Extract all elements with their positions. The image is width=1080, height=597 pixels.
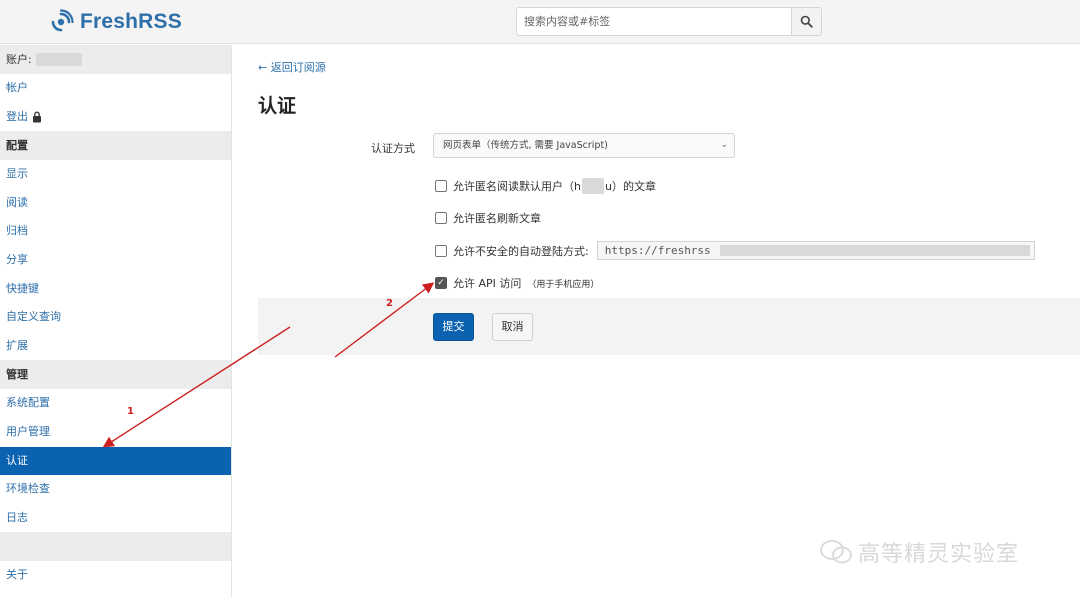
unsafe-autologin-checkbox[interactable] (435, 244, 447, 257)
page-title: 认证 (258, 95, 297, 117)
sidebar-item-reading[interactable]: 阅读 (0, 189, 231, 218)
watermark-text: 高等精灵实验室 (858, 542, 1020, 567)
app-name: FreshRSS (80, 10, 182, 33)
sidebar-item-check-install[interactable]: 环境检查 (0, 475, 231, 504)
sidebar-separator (0, 532, 231, 562)
top-header: FreshRSS (0, 0, 1080, 44)
wechat-icon (820, 540, 852, 564)
sidebar-item-about[interactable]: 关于 (0, 561, 231, 590)
watermark: 高等精灵实验室 (818, 536, 1019, 568)
search-input[interactable] (517, 8, 791, 35)
back-to-feeds-link[interactable]: ← 返回订阅源 (258, 59, 326, 75)
anonymous-refresh-checkbox[interactable] (435, 212, 447, 224)
autologin-url-value: https://freshrss (604, 244, 711, 257)
account-label: 账户: (6, 53, 32, 66)
sidebar-item-system[interactable]: 系统配置 (0, 389, 231, 418)
option-api-access[interactable]: ✓ 允许 API 访问 （用于手机应用） (435, 275, 599, 291)
auth-method-select[interactable]: 网页表单（传统方式, 需要 JavaScript) ⌄ (433, 133, 735, 158)
sidebar-item-label: 系统配置 (6, 396, 50, 410)
form-actions: 提交 取消 (258, 298, 1080, 355)
sidebar-item-logs[interactable]: 日志 (0, 504, 231, 533)
sidebar-item-label: 环境检查 (6, 482, 50, 496)
anonymous-read-checkbox[interactable] (435, 180, 447, 192)
submit-button[interactable]: 提交 (433, 313, 474, 341)
sidebar-item-queries[interactable]: 自定义查询 (0, 303, 231, 332)
default-username-redacted (581, 178, 604, 194)
lock-icon (33, 111, 41, 123)
search-icon (800, 15, 813, 28)
sidebar-item-label: 日志 (6, 510, 28, 524)
url-redacted (719, 245, 1030, 256)
sidebar-item-archiving[interactable]: 归档 (0, 217, 231, 246)
sidebar-item-label: 自定义查询 (6, 310, 61, 324)
sidebar-item-label: 分享 (6, 252, 28, 266)
sidebar-item-authentication[interactable]: 认证 (0, 446, 231, 476)
option-unsafe-autologin[interactable]: 允许不安全的自动登陆方式: https://freshrss (435, 241, 1035, 260)
sidebar-item-users[interactable]: 用户管理 (0, 418, 231, 447)
search-box (516, 7, 822, 36)
sidebar-item-extensions[interactable]: 扩展 (0, 332, 231, 361)
api-access-checkbox[interactable]: ✓ (435, 277, 447, 289)
cancel-button[interactable]: 取消 (492, 313, 533, 341)
option-anonymous-read[interactable]: 允许匿名阅读默认用户（h u）的文章 (435, 178, 656, 194)
sidebar-item-label: 认证 (6, 453, 28, 467)
sidebar-item-display[interactable]: 显示 (0, 160, 231, 189)
option-label: 允许 API 访问 (453, 277, 522, 290)
sidebar-heading-admin: 管理 (0, 360, 231, 390)
option-note: （用于手机应用） (527, 279, 600, 290)
sidebar-item-label: 帐户 (6, 81, 28, 94)
sidebar-item-label: 快捷键 (6, 281, 39, 295)
auth-method-label: 认证方式 (371, 142, 415, 155)
sidebar-item-label: 用户管理 (6, 424, 50, 438)
sidebar: 账户: 帐户 登出 配置 显示 阅读 归档 分享 快捷键 自定义查询 扩展 管理… (0, 45, 232, 597)
sidebar-item-label: 归档 (6, 224, 28, 238)
sidebar-item-logout[interactable]: 登出 (0, 103, 231, 132)
option-label: 允许不安全的自动登陆方式: (453, 244, 589, 258)
search-button[interactable] (791, 8, 821, 35)
main-content: ← 返回订阅源 认证 认证方式 网页表单（传统方式, 需要 JavaScript… (233, 45, 1080, 597)
option-label: 允许匿名阅读默认用户（h (453, 180, 581, 193)
chevron-down-icon: ⌄ (720, 140, 728, 150)
sidebar-item-account[interactable]: 帐户 (0, 74, 231, 103)
freshrss-logo[interactable]: FreshRSS (48, 8, 182, 36)
sidebar-item-sharing[interactable]: 分享 (0, 246, 231, 275)
sidebar-heading-config: 配置 (0, 131, 231, 161)
sidebar-item-label: 关于 (6, 568, 28, 582)
freshrss-logo-icon (51, 9, 74, 32)
sidebar-item-label: 扩展 (6, 338, 28, 352)
sidebar-account-header: 账户: (0, 45, 231, 74)
autologin-url-field[interactable]: https://freshrss (596, 241, 1035, 260)
option-label: 允许匿名刷新文章 (453, 212, 541, 225)
sidebar-item-shortcuts[interactable]: 快捷键 (0, 275, 231, 304)
auth-method-value: 网页表单（传统方式, 需要 JavaScript) (443, 140, 608, 151)
sidebar-item-label: 登出 (6, 109, 28, 123)
option-anonymous-refresh[interactable]: 允许匿名刷新文章 (435, 210, 541, 226)
option-label-suffix: u）的文章 (604, 180, 656, 193)
sidebar-item-label: 显示 (6, 167, 28, 181)
account-username-redacted (35, 53, 82, 66)
sidebar-item-label: 阅读 (6, 195, 28, 209)
